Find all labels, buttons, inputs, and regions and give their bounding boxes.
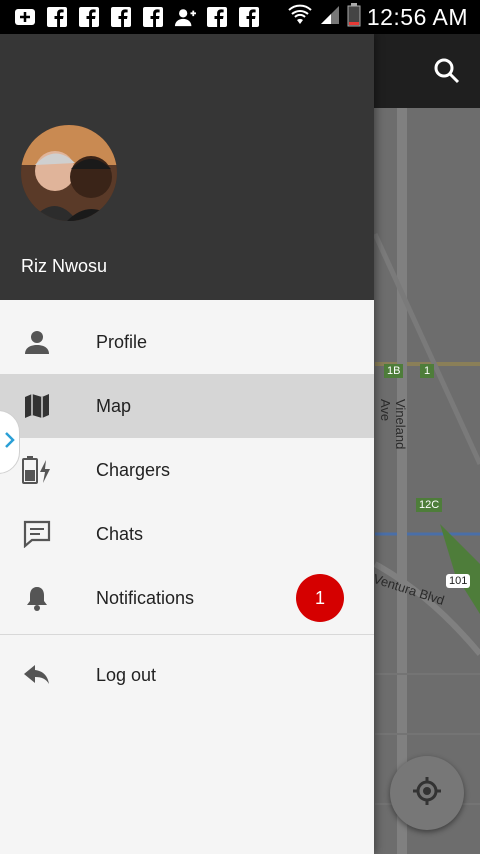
person-icon (22, 327, 52, 357)
facebook-icon (206, 7, 228, 27)
menu-item-profile[interactable]: Profile (0, 310, 374, 374)
map-exit-label: 12C (416, 498, 443, 512)
facebook-icon (238, 7, 260, 27)
facebook-icon (46, 7, 68, 27)
facebook-icon (142, 7, 164, 27)
bell-icon (22, 583, 52, 613)
my-location-button[interactable] (390, 756, 464, 830)
facebook-icon (78, 7, 100, 27)
menu-item-notifications[interactable]: Notifications 1 (0, 566, 374, 630)
menu-divider (0, 634, 374, 635)
avatar[interactable] (21, 125, 117, 221)
battery-icon (347, 2, 361, 32)
facebook-icon (110, 7, 132, 27)
status-clock: 12:56 AM (366, 3, 468, 30)
search-icon[interactable] (432, 56, 462, 86)
map-exit-label: 1 (420, 364, 435, 378)
menu-label: Chargers (96, 459, 171, 480)
notifications-badge: 1 (296, 574, 344, 622)
menu-label: Profile (96, 331, 148, 352)
add-box-icon (14, 7, 36, 27)
notification-icons (0, 7, 260, 27)
navigation-drawer: Riz Nwosu Profile Map Chargers Chats Not… (0, 34, 374, 854)
menu-label: Log out (96, 664, 157, 685)
status-bar: 12:56 AM (0, 0, 480, 34)
battery-charging-icon (22, 455, 52, 485)
add-person-icon (174, 7, 196, 27)
reply-icon (22, 660, 52, 690)
signal-icon (319, 4, 341, 31)
map-icon (22, 391, 52, 421)
map-highway-shield: 101 (446, 574, 471, 588)
menu-label: Chats (96, 523, 144, 544)
menu-item-chats[interactable]: Chats (0, 502, 374, 566)
menu-item-map[interactable]: Map (0, 374, 374, 438)
drawer-menu: Profile Map Chargers Chats Notifications (0, 300, 374, 707)
chat-icon (22, 519, 52, 549)
menu-label: Notifications (96, 587, 195, 608)
menu-item-logout[interactable]: Log out (0, 643, 374, 707)
menu-label: Map (96, 395, 132, 416)
chevron-right-icon (3, 430, 15, 455)
wifi-icon (287, 4, 313, 31)
map-street-label: Vineland Ave (378, 399, 408, 450)
menu-item-chargers[interactable]: Chargers (0, 438, 374, 502)
drawer-header: Riz Nwosu (0, 34, 374, 300)
map-exit-label: 1B (384, 364, 404, 378)
user-name: Riz Nwosu (21, 256, 108, 276)
crosshair-icon (412, 776, 442, 811)
